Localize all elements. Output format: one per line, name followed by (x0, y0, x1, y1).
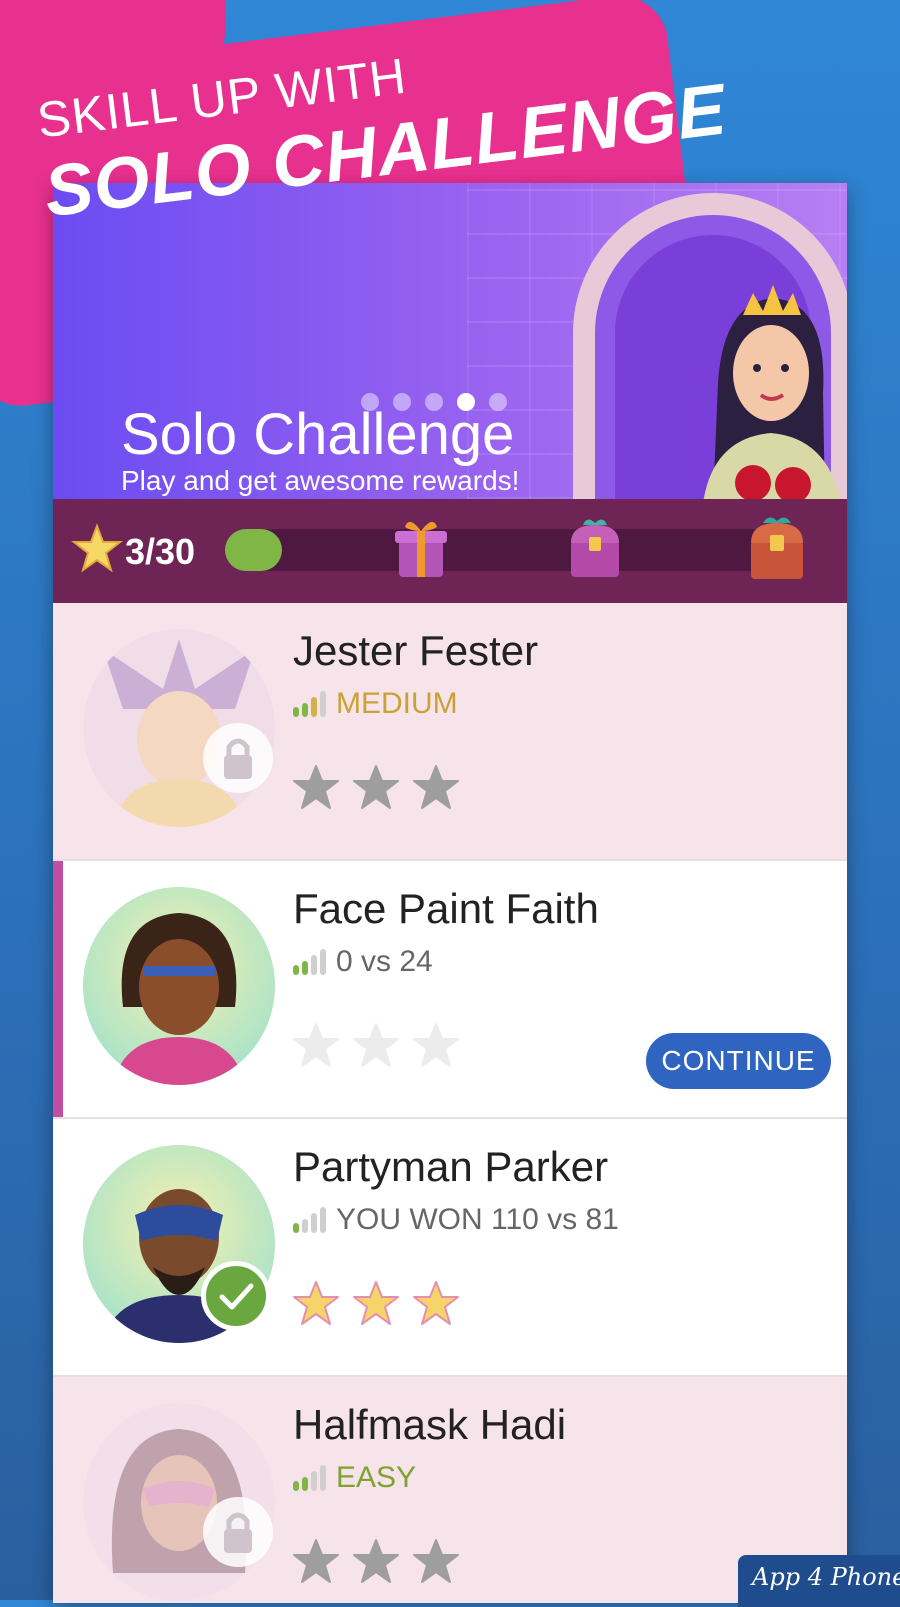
difficulty-bars-icon (293, 949, 326, 975)
lock-icon (203, 723, 273, 793)
difficulty-bars-icon (293, 1465, 326, 1491)
challenge-row[interactable]: Partyman Parker YOU WON 110 vs 81 (53, 1119, 847, 1377)
challenge-name: Jester Fester (293, 627, 539, 674)
difficulty-bars-icon (293, 1207, 326, 1233)
progress-fill (225, 529, 282, 571)
hero-title: Solo Challenge (121, 402, 515, 467)
lock-icon (203, 1497, 273, 1567)
hero-subtitle: Play and get awesome rewards! (121, 465, 520, 496)
star-score: 3/30 (125, 531, 196, 572)
status-text: EASY (336, 1461, 417, 1494)
princess-illustration (703, 285, 841, 499)
star-empty-icon (413, 1539, 459, 1583)
star-empty-icon (353, 765, 399, 809)
star-empty-icon (293, 1539, 339, 1583)
star-rating (291, 1537, 461, 1587)
solo-challenge-card: Solo Challenge Play and get awesome rewa… (53, 183, 847, 1603)
star-filled-icon (413, 1281, 459, 1325)
challenge-name: Halfmask Hadi (293, 1401, 567, 1448)
challenge-row[interactable]: Halfmask Hadi EASY (53, 1377, 847, 1603)
large-chest-icon[interactable] (747, 513, 807, 583)
star-empty-icon (353, 1539, 399, 1583)
challenge-list: Jester Fester MEDIUM Face Paint Faith 0 … (53, 603, 847, 1603)
star-empty-icon (353, 1023, 399, 1067)
difficulty-bars-icon (293, 691, 326, 717)
gift-box-icon[interactable] (391, 513, 451, 583)
progress-track (225, 529, 795, 571)
status-text: 0 vs 24 (336, 945, 433, 978)
challenge-status: 0 vs 24 (293, 945, 433, 979)
star-filled-icon (293, 1281, 339, 1325)
hero-banner: Solo Challenge Play and get awesome rewa… (53, 183, 847, 499)
star-icon (71, 523, 123, 573)
face-paint-avatar (83, 887, 275, 1085)
star-filled-icon (353, 1281, 399, 1325)
star-empty-icon (293, 1023, 339, 1067)
star-rating (291, 763, 461, 813)
star-empty-icon (413, 1023, 459, 1067)
star-rating (291, 1021, 461, 1071)
watermark: App 4 Phone (738, 1555, 900, 1607)
challenge-status: MEDIUM (293, 687, 458, 721)
star-rating (291, 1279, 461, 1329)
star-empty-icon (293, 765, 339, 809)
treasure-chest-icon[interactable] (565, 513, 625, 583)
challenge-name: Partyman Parker (293, 1143, 609, 1190)
status-text: YOU WON 110 vs 81 (336, 1203, 619, 1236)
challenge-status: YOU WON 110 vs 81 (293, 1203, 619, 1237)
challenge-status: EASY (293, 1461, 416, 1495)
continue-button[interactable]: CONTINUE (646, 1033, 831, 1089)
challenge-name: Face Paint Faith (293, 885, 599, 932)
challenge-row[interactable]: Face Paint Faith 0 vs 24 CONTINUE (53, 861, 847, 1119)
star-progress-bar: 3/30 (53, 499, 847, 603)
check-icon (201, 1261, 271, 1331)
star-empty-icon (413, 765, 459, 809)
challenge-row[interactable]: Jester Fester MEDIUM (53, 603, 847, 861)
watermark-text: App 4 Phone (752, 1563, 900, 1591)
status-text: MEDIUM (336, 687, 458, 720)
